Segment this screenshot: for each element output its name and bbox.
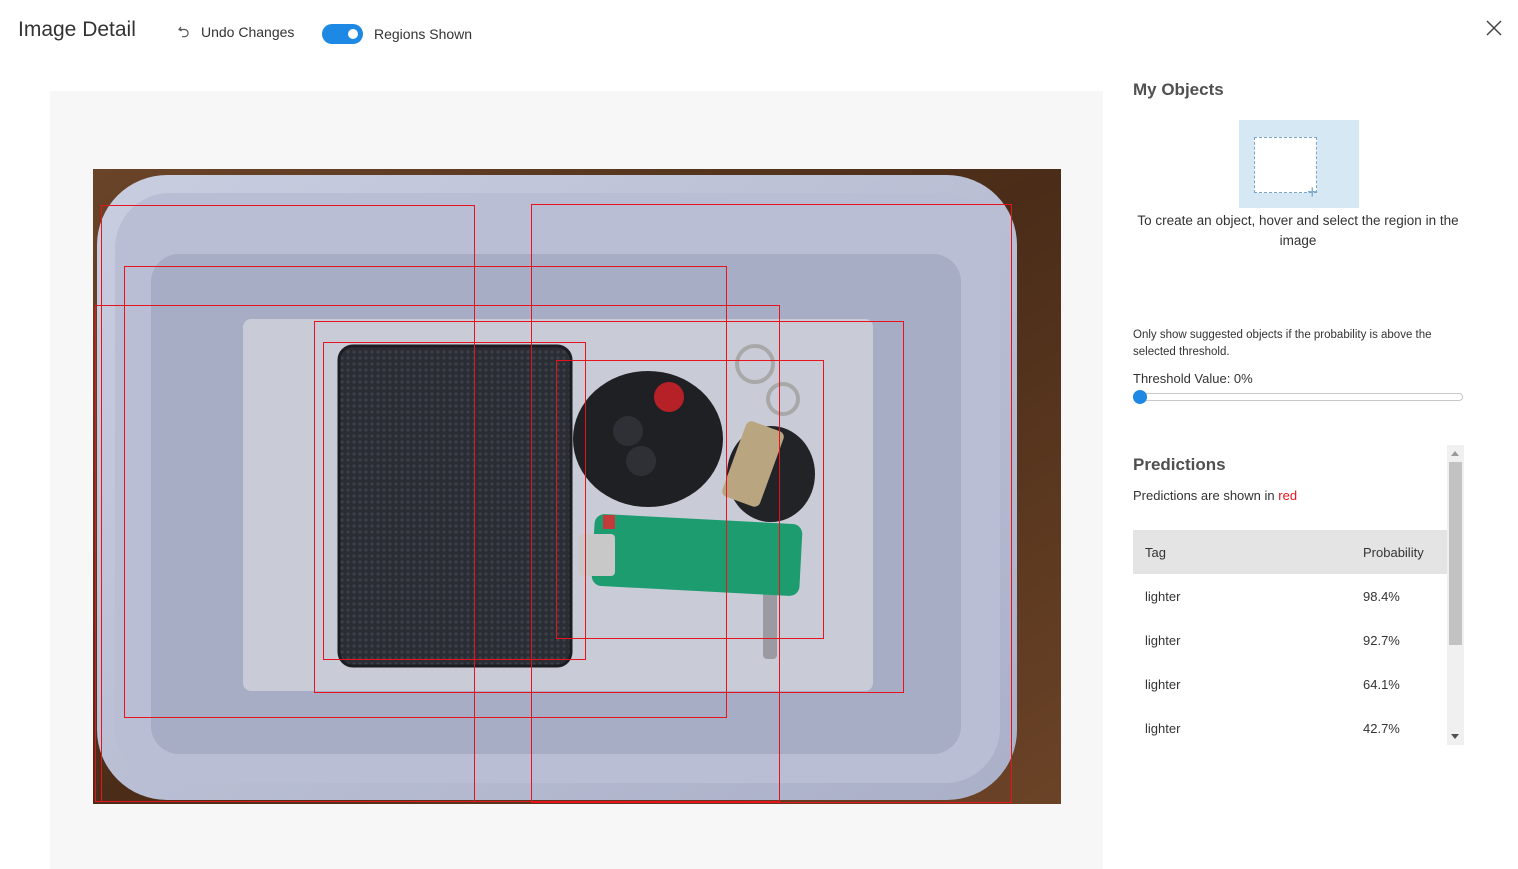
close-icon[interactable] [1484,18,1504,38]
toggle-knob [348,29,358,39]
regions-shown-control: Regions Shown [322,24,472,44]
header: Image Detail Undo Changes Regions Shown [0,0,1518,66]
image-canvas [50,91,1103,869]
regions-shown-toggle[interactable] [322,24,363,44]
predictions-section: Predictions Predictions are shown in red… [1133,445,1464,745]
undo-changes-label: Undo Changes [201,24,295,40]
detail-image[interactable] [93,169,1061,804]
tag-cell: lighter [1145,720,1181,736]
prediction-region[interactable] [323,342,586,660]
table-row[interactable]: lighter 42.7% [1133,706,1447,745]
predictions-note-text: Predictions are shown in [1133,488,1275,503]
my-objects-heading: My Objects [1133,80,1224,99]
predictions-note-color: red [1278,488,1298,503]
probability-cell: 98.4% [1363,588,1400,604]
predictions-heading: Predictions [1133,455,1226,474]
regions-shown-label: Regions Shown [374,26,473,42]
column-header-tag[interactable]: Tag [1133,545,1351,560]
tag-cell: lighter [1145,588,1181,604]
predictions-table: Tag Probability lighter 98.4% lighter 92… [1133,530,1447,745]
probability-cell: 92.7% [1363,632,1400,648]
threshold-value-label: Threshold Value: 0% [1133,371,1253,386]
undo-icon [178,26,189,38]
table-header: Tag Probability [1133,530,1447,574]
tag-cell: lighter [1145,676,1181,692]
scroll-down-icon[interactable] [1451,734,1459,739]
predictions-scrollbar[interactable] [1447,445,1464,745]
page-title: Image Detail [18,18,136,41]
threshold-slider[interactable] [1133,390,1463,404]
threshold-note: Only show suggested objects if the proba… [1133,329,1432,358]
table-row[interactable]: lighter 64.1% [1133,662,1447,706]
undo-changes-button[interactable]: Undo Changes [176,24,294,40]
predictions-note: Predictions are shown in red [1133,488,1297,503]
tag-cell: lighter [1145,632,1181,648]
table-row[interactable]: lighter 98.4% [1133,574,1447,618]
table-row[interactable]: lighter 92.7% [1133,618,1447,662]
column-header-probability[interactable]: Probability [1351,545,1447,560]
add-region-icon: + [1239,120,1359,208]
slider-track [1133,393,1463,401]
scroll-up-icon[interactable] [1451,451,1459,456]
scrollbar-thumb[interactable] [1449,462,1462,645]
create-object-hint: To create an object, hover and select th… [1137,213,1459,248]
prediction-region[interactable] [556,360,824,639]
probability-cell: 42.7% [1363,720,1400,736]
plus-icon: + [1307,182,1318,202]
probability-cell: 64.1% [1363,676,1400,692]
slider-thumb[interactable] [1133,390,1147,404]
